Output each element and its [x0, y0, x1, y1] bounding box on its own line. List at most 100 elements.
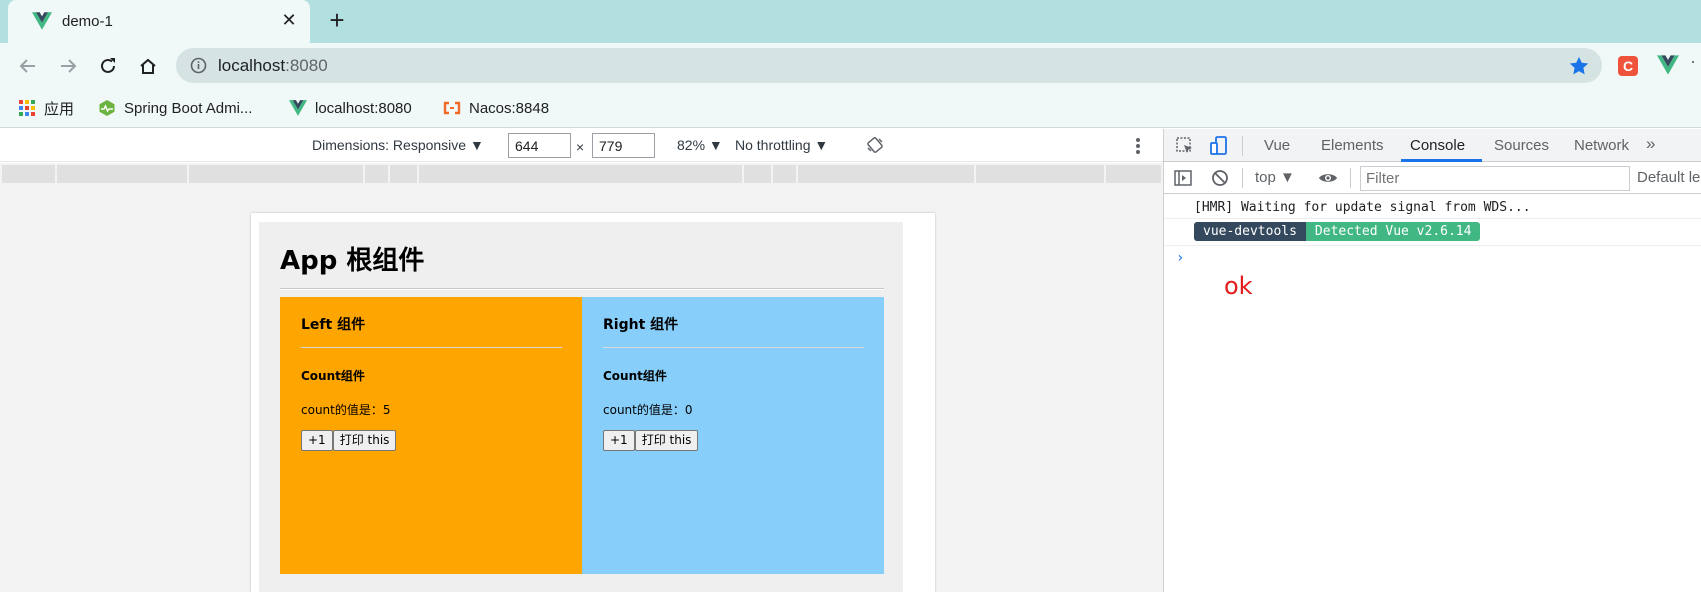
- media-query-segment[interactable]: [189, 165, 363, 183]
- media-query-bar[interactable]: [0, 163, 1163, 185]
- media-query-segment[interactable]: [2, 165, 55, 183]
- divider: [603, 347, 864, 348]
- tab-vue[interactable]: Vue: [1264, 137, 1290, 154]
- button-row: +1 打印 this: [301, 430, 397, 451]
- new-tab-button[interactable]: +: [324, 7, 350, 34]
- right-component-title: Right 组件: [603, 317, 679, 333]
- media-query-segment[interactable]: [57, 165, 187, 183]
- bookmark-label: localhost:8080: [315, 99, 412, 117]
- divider: [280, 288, 884, 290]
- spring-boot-admin-icon: [99, 100, 115, 116]
- close-tab-icon[interactable]: ✕: [278, 9, 300, 31]
- browser-toolbar: localhost:8080 C ·: [0, 43, 1701, 88]
- sidebar-toggle-icon[interactable]: [1172, 167, 1194, 189]
- console-prompt[interactable]: ›: [1176, 250, 1184, 266]
- rotate-icon[interactable]: [866, 136, 884, 154]
- media-query-segment[interactable]: [773, 165, 796, 183]
- context-selector[interactable]: top ▼: [1255, 169, 1295, 186]
- extension-c-icon[interactable]: C: [1618, 56, 1638, 76]
- arrow-right-icon: [61, 59, 77, 73]
- badge-left: vue-devtools: [1194, 222, 1306, 241]
- button-row: +1 打印 this: [603, 430, 699, 451]
- home-icon: [140, 58, 156, 74]
- print-this-button[interactable]: 打印 this: [634, 430, 699, 451]
- throttling-dropdown[interactable]: No throttling ▼: [735, 137, 828, 153]
- divider: [301, 347, 562, 348]
- more-options-icon[interactable]: [1132, 136, 1144, 156]
- count-value-text: count的值是：5: [301, 403, 391, 417]
- media-query-segment[interactable]: [798, 165, 974, 183]
- separator: [1350, 168, 1351, 188]
- address-bar[interactable]: localhost:8080: [176, 48, 1602, 83]
- count-value-text: count的值是：0: [603, 403, 693, 417]
- console-filter-input[interactable]: [1360, 166, 1630, 191]
- browser-tab-active[interactable]: demo-1 ✕: [8, 0, 310, 43]
- more-extensions-icon[interactable]: ·: [1690, 51, 1696, 72]
- tab-sources[interactable]: Sources: [1494, 137, 1549, 154]
- more-tabs-icon[interactable]: »: [1646, 134, 1655, 154]
- console-message: [HMR] Waiting for update signal from WDS…: [1164, 194, 1701, 219]
- count-component-title: Count组件: [301, 369, 365, 383]
- bookmark-label: 应用: [44, 100, 75, 118]
- console-output-text: ok: [1224, 272, 1253, 300]
- tab-console[interactable]: Console: [1410, 137, 1465, 154]
- media-query-segment[interactable]: [390, 165, 417, 183]
- device-viewport: App 根组件 Left 组件 Count组件 count的值是：5 +1 打印…: [0, 185, 1163, 592]
- nacos-icon: [443, 101, 461, 115]
- devtools-tab-bar: Vue Elements Console Sources Network »: [1164, 129, 1701, 162]
- width-input[interactable]: [508, 133, 571, 158]
- bookmark-label: Nacos:8848: [469, 99, 550, 117]
- device-toggle-icon[interactable]: [1208, 135, 1230, 157]
- console-toolbar: top ▼ Default le: [1164, 162, 1701, 194]
- devtools-panel: Vue Elements Console Sources Network » t…: [1163, 129, 1701, 592]
- log-levels-dropdown[interactable]: Default le: [1637, 169, 1700, 186]
- reload-button[interactable]: [94, 52, 122, 80]
- arrow-left-icon: [19, 59, 35, 73]
- inspect-element-icon[interactable]: [1174, 135, 1196, 157]
- bookmark-apps[interactable]: 应用: [18, 97, 74, 119]
- media-query-segment[interactable]: [744, 165, 771, 183]
- url-host: localhost: [218, 56, 286, 75]
- console-output: [HMR] Waiting for update signal from WDS…: [1164, 194, 1701, 592]
- tab-title: demo-1: [62, 13, 113, 30]
- tab-elements[interactable]: Elements: [1321, 137, 1384, 154]
- separator: [1242, 136, 1243, 156]
- dimensions-dropdown[interactable]: Dimensions: Responsive ▼: [312, 137, 484, 153]
- hmr-message: [HMR] Waiting for update signal from WDS…: [1194, 200, 1531, 215]
- bookmark-label: Spring Boot Admi...: [124, 99, 253, 117]
- left-component: Left 组件 Count组件 count的值是：5 +1 打印 this: [280, 297, 582, 574]
- url-port: :8080: [285, 56, 328, 75]
- zoom-dropdown[interactable]: 82% ▼: [677, 137, 723, 153]
- bookmark-star-icon[interactable]: [1568, 55, 1590, 77]
- console-message: vue-devtools Detected Vue v2.6.14: [1164, 219, 1701, 246]
- bookmark-spring-boot-admin[interactable]: Spring Boot Admi...: [98, 97, 252, 119]
- vue-devtools-extension-icon[interactable]: [1657, 55, 1679, 75]
- info-icon[interactable]: [190, 57, 207, 74]
- clear-console-icon[interactable]: [1209, 167, 1231, 189]
- media-query-segment[interactable]: [976, 165, 1104, 183]
- forward-button[interactable]: [54, 52, 82, 80]
- media-query-segment[interactable]: [365, 165, 388, 183]
- separator: [1242, 168, 1243, 188]
- back-button[interactable]: [14, 52, 42, 80]
- vue-devtools-badge: vue-devtools Detected Vue v2.6.14: [1194, 222, 1481, 241]
- vue-logo-icon: [289, 100, 307, 116]
- plus-one-button[interactable]: +1: [301, 430, 333, 451]
- emulated-page: App 根组件 Left 组件 Count组件 count的值是：5 +1 打印…: [251, 213, 935, 592]
- media-query-segment[interactable]: [1106, 165, 1161, 183]
- count-component-title: Count组件: [603, 369, 667, 383]
- tab-strip: demo-1 ✕ +: [0, 0, 1701, 43]
- badge-right: Detected Vue v2.6.14: [1305, 222, 1481, 241]
- bookmark-localhost[interactable]: localhost:8080: [289, 97, 412, 119]
- eye-icon[interactable]: [1317, 167, 1339, 189]
- tab-network[interactable]: Network: [1574, 137, 1629, 154]
- print-this-button[interactable]: 打印 this: [332, 430, 397, 451]
- bookmarks-bar: 应用 Spring Boot Admi... localhost:8080 Na…: [0, 88, 1701, 128]
- plus-one-button[interactable]: +1: [603, 430, 635, 451]
- height-input[interactable]: [592, 133, 655, 158]
- home-button[interactable]: [134, 52, 162, 80]
- bookmark-nacos[interactable]: Nacos:8848: [443, 97, 549, 119]
- media-query-segment[interactable]: [419, 165, 742, 183]
- left-component-title: Left 组件: [301, 317, 366, 333]
- vue-logo-icon: [32, 12, 52, 30]
